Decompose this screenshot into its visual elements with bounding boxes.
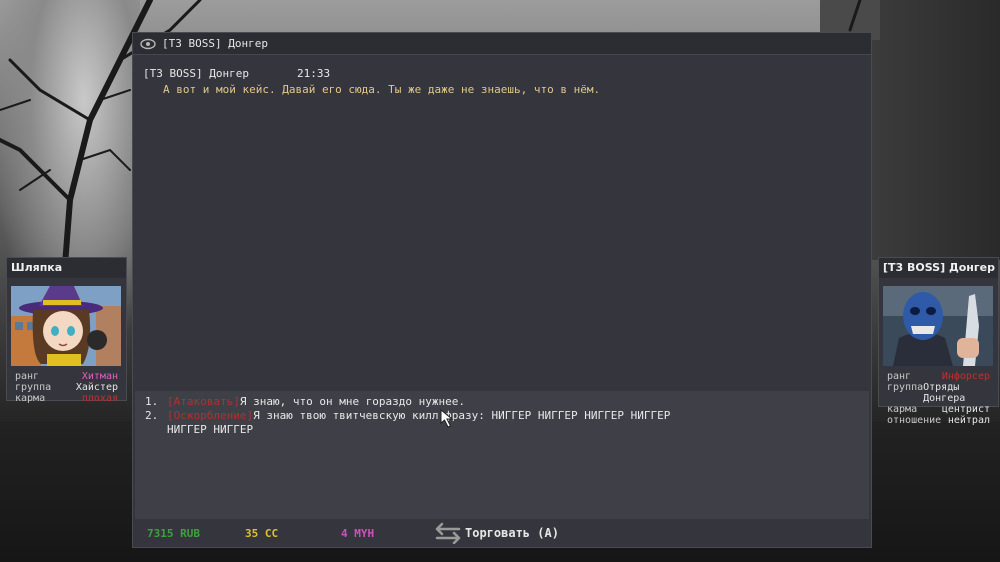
player-stats: ранг Хитман группа Хайстер карма плохая [7, 371, 126, 404]
dialog-title: [T3 BOSS] Донгер [162, 37, 268, 50]
answer-tag: [Атаковать] [167, 395, 240, 408]
answer-option-2[interactable]: 2. [Оскорбление]Я знаю твою твитчевскую … [145, 409, 869, 437]
npc-rank: Инфорсер [941, 371, 990, 382]
player-rank-label: ранг [15, 371, 40, 382]
npc-group-label: группа [887, 382, 924, 393]
answer-list: 1. [Атаковать]Я знаю, что он мне гораздо… [135, 391, 869, 519]
npc-karma: центрист [941, 404, 990, 415]
log-message: А вот и мой кейс. Давай его сюда. Ты же … [163, 83, 601, 96]
answer-number: 2. [145, 409, 159, 422]
answer-text: Я знаю, что он мне гораздо нужнее. [239, 395, 466, 408]
npc-attitude-label: отношение [887, 415, 942, 426]
eye-icon [139, 37, 157, 51]
player-group-label: группа [15, 382, 52, 393]
dialog-titlebar: [T3 BOSS] Донгер [133, 33, 871, 55]
npc-name: [T3 BOSS] Донгер [879, 258, 998, 278]
npc-karma-label: карма [887, 404, 918, 415]
npc-card: [T3 BOSS] Донгер ранг Инфорсер группа Отря… [878, 257, 999, 426]
mouse-cursor-icon [440, 408, 458, 432]
currency-rub: 7315 RUB [147, 526, 200, 540]
trade-label: Торговать (A) [465, 526, 559, 540]
dialog-window: [T3 BOSS] Донгер [T3 BOSS] Донгер 21:33 А… [132, 32, 872, 548]
npc-attitude: нейтрал [947, 415, 990, 426]
log-time: 21:33 [296, 67, 331, 80]
dialog-log: [T3 BOSS] Донгер 21:33 А вот и мой кейс. … [143, 67, 861, 96]
player-portrait [11, 286, 121, 366]
currency-cc: 35 CC [245, 526, 279, 540]
player-rank: Хитман [81, 371, 118, 382]
npc-portrait [883, 286, 993, 366]
answer-option-1[interactable]: 1. [Атаковать]Я знаю, что он мне гораздо… [145, 395, 869, 409]
trade-arrows-icon [435, 522, 461, 544]
log-header: [T3 BOSS] Донгер 21:33 [143, 67, 861, 80]
currency-myh: 4 MYH [341, 526, 375, 540]
player-name: Шляпка [7, 258, 126, 278]
answer-number: 1. [145, 395, 159, 408]
currency-footer: 7315 RUB 35 CC 4 MYH Торговать (A) [133, 519, 871, 547]
trade-button[interactable]: Торговать (A) [433, 522, 559, 544]
answer-tag: [Оскорбление] [167, 409, 254, 422]
npc-stats: ранг Инфорсер группа Отряды Донгера карма ц… [879, 371, 998, 426]
player-card: Шляпка ранг Хитман группа Хайстер карма пло… [6, 257, 127, 404]
player-group: Хайстер [75, 382, 118, 393]
npc-group: Отряды Донгера [923, 382, 966, 404]
npc-rank-label: ранг [887, 371, 912, 382]
player-karma: плохая [81, 393, 118, 404]
log-speaker: [T3 BOSS] Донгер [143, 67, 249, 80]
player-karma-label: карма [15, 393, 46, 404]
